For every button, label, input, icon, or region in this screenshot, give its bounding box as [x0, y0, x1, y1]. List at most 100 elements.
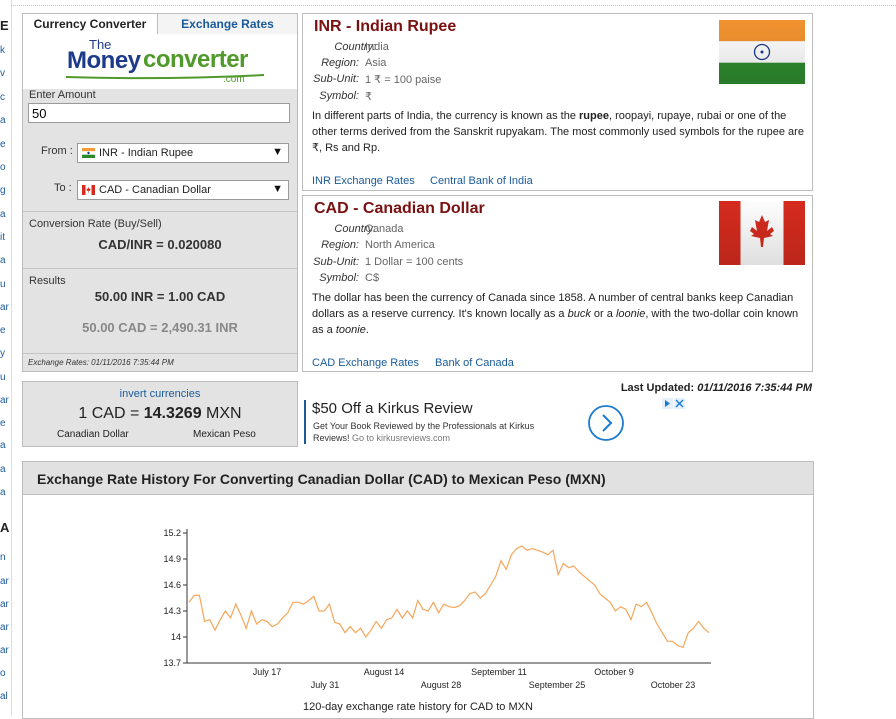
- x-tick-label: October 9: [594, 667, 634, 677]
- to-currency-select[interactable]: CAD - Canadian Dollar ▼: [77, 180, 289, 200]
- from-currency-select[interactable]: INR - Indian Rupee ▼: [77, 143, 289, 163]
- x-tick-label: July 17: [253, 667, 282, 677]
- sidebar-link[interactable]: it: [0, 232, 5, 243]
- x-tick-label: August 28: [421, 680, 462, 690]
- sidebar-link[interactable]: g: [0, 185, 6, 196]
- sidebar-link[interactable]: u: [0, 372, 6, 383]
- india-flag-image: [719, 20, 805, 84]
- history-header: Exchange Rate History For Converting Can…: [23, 462, 813, 495]
- cad-desc-text-2: or a: [590, 308, 616, 320]
- sidebar-link[interactable]: k: [0, 45, 5, 56]
- sidebar-link[interactable]: e: [0, 418, 6, 429]
- sidebar-link[interactable]: ar: [0, 576, 9, 587]
- sidebar-link[interactable]: o: [0, 162, 6, 173]
- rate-line-series: [188, 545, 710, 649]
- sidebar-link[interactable]: v: [0, 68, 5, 79]
- x-tick-label: October 23: [651, 680, 696, 690]
- inverted-rate: 1 CAD = 14.3269 MXN: [23, 405, 297, 423]
- cad-bank-link[interactable]: Bank of Canada: [435, 357, 514, 369]
- site-logo[interactable]: The Money converter .com: [23, 34, 297, 89]
- inr-desc-text: In different parts of India, the currenc…: [312, 110, 579, 122]
- sidebar-link[interactable]: y: [0, 348, 5, 359]
- sidebar-link[interactable]: n: [0, 552, 6, 563]
- last-updated: Last Updated: 01/11/2016 7:35:44 PM: [540, 382, 812, 394]
- to-label: To :: [54, 182, 72, 194]
- ad-body: Get Your Book Reviewed by the Profession…: [313, 420, 563, 444]
- chart-caption: 120-day exchange rate history for CAD to…: [303, 701, 533, 713]
- last-updated-value: 01/11/2016 7:35:44 PM: [697, 382, 812, 394]
- y-tick-label: 14: [171, 632, 181, 642]
- y-tick-label: 14.9: [163, 554, 181, 564]
- from-label: From :: [41, 145, 73, 157]
- sidebar-link[interactable]: a: [0, 115, 6, 126]
- inr-region: Asia: [365, 57, 387, 69]
- inr-subunit: 1 ₹ = 100 paise: [365, 74, 442, 86]
- sidebar-link[interactable]: c: [0, 92, 5, 103]
- cad-country: Canada: [365, 223, 404, 235]
- inverted-rate-suffix: MXN: [201, 405, 242, 422]
- logo-money: Money: [67, 47, 141, 74]
- ad-accent-bar: [304, 400, 306, 444]
- cad-symbol-label: Symbol:: [319, 272, 359, 284]
- sidebar-link[interactable]: ar: [0, 599, 9, 610]
- history-title: Exchange Rate History For Converting Can…: [37, 471, 606, 487]
- sidebar-link[interactable]: a: [0, 487, 6, 498]
- ad-choices-icon[interactable]: [662, 398, 685, 409]
- sidebar-link[interactable]: u: [0, 279, 6, 290]
- inr-country: India: [365, 41, 389, 53]
- sidebar-link[interactable]: a: [0, 255, 6, 266]
- divider: [23, 268, 297, 269]
- dropdown-arrow-icon: ▼: [272, 146, 283, 158]
- result-secondary: 50.00 CAD = 2,490.31 INR: [82, 320, 238, 335]
- to-currency-name: Mexican Peso: [193, 429, 256, 440]
- ad-arrow-icon[interactable]: [586, 403, 626, 443]
- sidebar-link[interactable]: a: [0, 464, 6, 475]
- sidebar-link[interactable]: a: [0, 440, 6, 451]
- advertisement[interactable]: $50 Off a Kirkus Review Get Your Book Re…: [304, 398, 634, 446]
- inr-title: INR - Indian Rupee: [314, 18, 457, 35]
- to-currency-value: CAD - Canadian Dollar: [99, 184, 211, 196]
- cad-region: North America: [365, 239, 435, 251]
- sidebar-link[interactable]: a: [0, 209, 6, 220]
- last-updated-label: Last Updated:: [620, 382, 698, 394]
- inr-subunit-label: Sub-Unit:: [313, 73, 359, 85]
- divider: [23, 211, 297, 212]
- cad-description: The dollar has been the currency of Cana…: [312, 290, 808, 338]
- logo-converter: converter: [143, 46, 248, 73]
- sidebar-link[interactable]: o: [0, 668, 6, 679]
- inr-central-bank-link[interactable]: Central Bank of India: [430, 175, 533, 187]
- rates-timestamp: Exchange Rates: 01/11/2016 7:35:44 PM: [28, 358, 174, 367]
- exchange-rate-history-section: Exchange Rate History For Converting Can…: [22, 461, 814, 719]
- dropdown-arrow-icon: ▼: [272, 183, 283, 195]
- y-tick-label: 15.2: [163, 528, 181, 538]
- x-tick-label: August 14: [364, 667, 405, 677]
- inverted-rate-prefix: 1 CAD =: [78, 405, 144, 422]
- inr-desc-bold: rupee: [579, 110, 609, 122]
- from-currency-value: INR - Indian Rupee: [99, 147, 194, 159]
- sidebar-link[interactable]: e: [0, 139, 6, 150]
- sidebar-link[interactable]: ar: [0, 302, 9, 313]
- inr-exchange-rates-link[interactable]: INR Exchange Rates: [312, 175, 415, 187]
- ad-headline[interactable]: $50 Off a Kirkus Review: [312, 400, 473, 417]
- result-primary: 50.00 INR = 1.00 CAD: [94, 289, 226, 304]
- x-tick-label: September 11: [471, 667, 527, 677]
- history-line-chart: 15.2 14.9 14.6 14.3 14 13.7 July 17 August 14 Se…: [163, 528, 711, 690]
- conversion-rate-label: Conversion Rate (Buy/Sell): [29, 218, 162, 230]
- sidebar-heading: E: [0, 18, 9, 33]
- cad-exchange-rates-link[interactable]: CAD Exchange Rates: [312, 357, 419, 369]
- sidebar-link[interactable]: ar: [0, 395, 9, 406]
- sidebar-link[interactable]: e: [0, 325, 6, 336]
- cad-region-label: Region:: [321, 239, 359, 251]
- y-tick-label: 14.3: [163, 606, 181, 616]
- tab-exchange-rates[interactable]: Exchange Rates: [158, 14, 297, 35]
- y-tick-label: 14.6: [163, 580, 181, 590]
- sidebar-link[interactable]: al: [0, 691, 8, 702]
- canada-flag-icon: [82, 185, 95, 195]
- cad-desc-toonie: toonie: [335, 324, 366, 336]
- conversion-rate-value: CAD/INR = 0.020080: [98, 237, 222, 252]
- sidebar-link[interactable]: ar: [0, 622, 9, 633]
- sidebar-link[interactable]: ar: [0, 645, 9, 656]
- tab-currency-converter[interactable]: Currency Converter: [23, 14, 158, 34]
- amount-input[interactable]: [28, 103, 290, 123]
- invert-currencies-link[interactable]: invert currencies: [23, 388, 297, 400]
